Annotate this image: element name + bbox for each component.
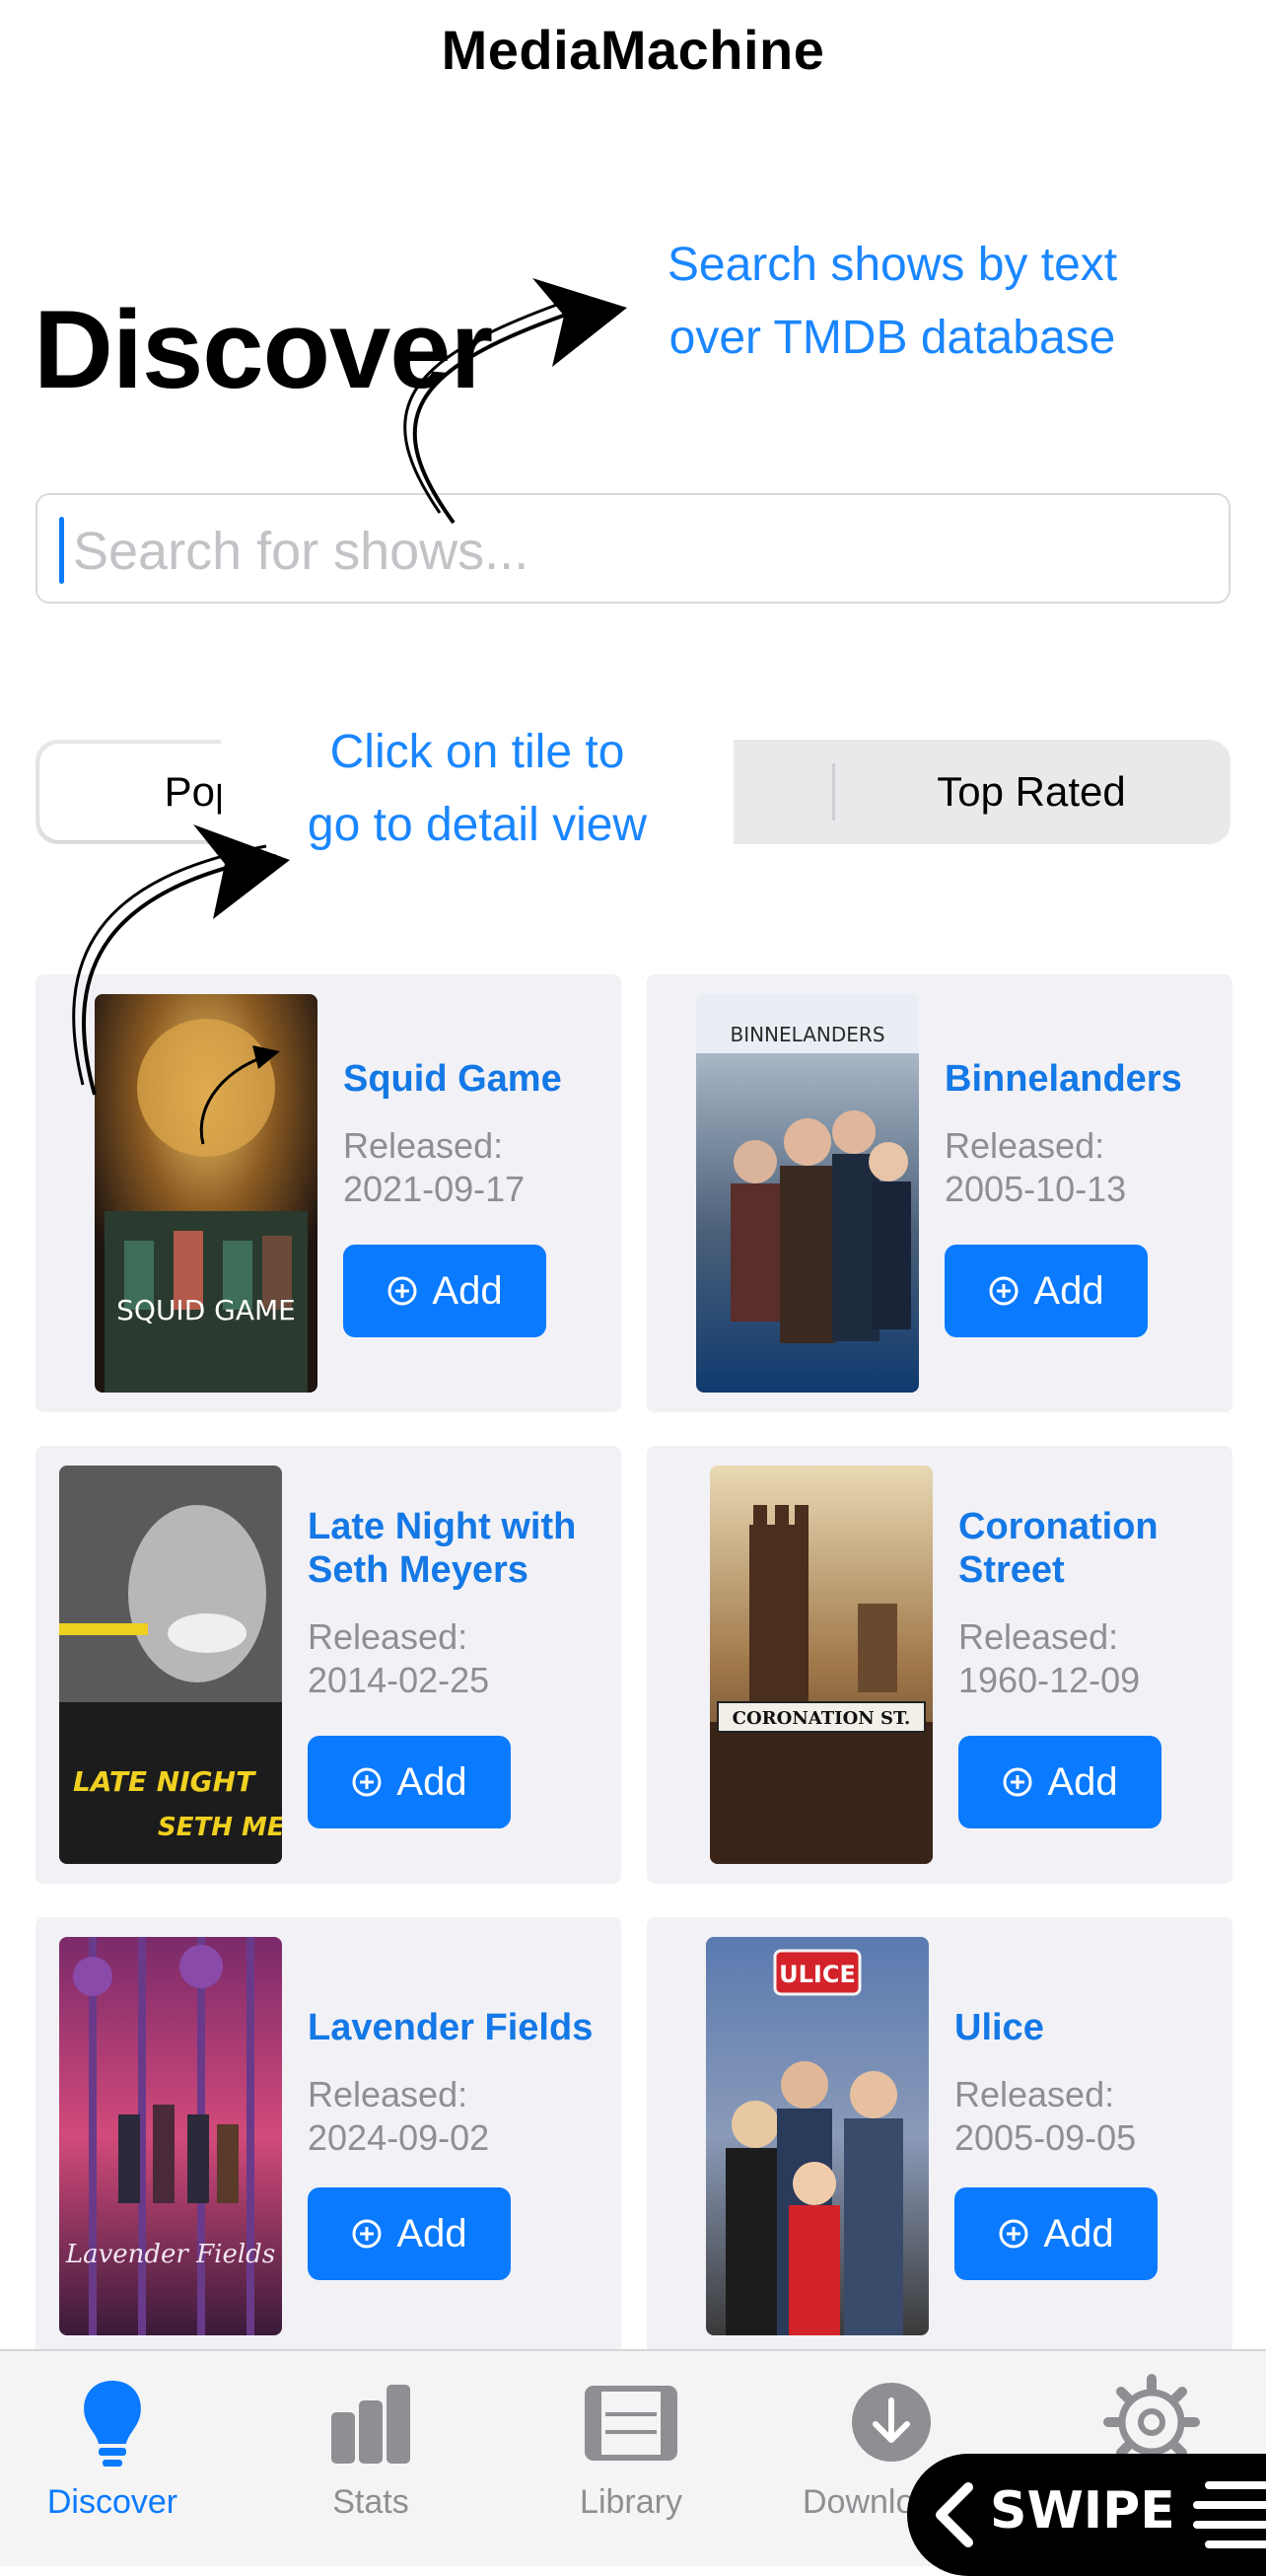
app-title: MediaMachine [441,19,825,81]
page-title: Discover [34,288,493,411]
menu-lines-icon [1193,2481,1266,2548]
add-button-label: Add [1047,1759,1118,1804]
released-label: Released: [958,1616,1119,1657]
release-date: 1960-12-09 [958,1660,1141,1700]
tab-stats[interactable]: Stats [245,2351,497,2548]
show-tile-lavender-fields[interactable]: Lavender Fields Lavender Fields Released… [35,1917,621,2355]
swipe-label: SWIPE [990,2481,1175,2540]
tile-hint-line2: go to detail view [307,799,648,851]
poster-image: Lavender Fields [59,1937,282,2335]
show-title-line2: Street [958,1549,1065,1591]
tab-stats-label: Stats [332,2483,409,2521]
poster-image: ULICE [706,1937,929,2335]
tile-hint-line1: Click on tile to [329,726,625,778]
show-title-line1: Coronation [958,1506,1159,1547]
poster-text: SQUID GAME [116,1294,296,1326]
poster-image: CORONATION ST. [710,1466,933,1864]
show-tile-ulice[interactable]: ULICE Ulice Released: 2005-09-05 Add [647,1917,1232,2355]
add-button-label: Add [396,1759,467,1804]
released-label: Released: [343,1125,504,1166]
add-button[interactable]: Add [954,2187,1158,2280]
released-label: Released: [308,2074,468,2114]
released-label: Released: [308,1616,468,1657]
search-input[interactable] [71,509,1209,594]
release-date: 2005-10-13 [945,1169,1127,1209]
text-caret [59,517,64,584]
show-title: Binnelanders [945,1058,1182,1100]
show-title: Squid Game [343,1058,562,1100]
add-button[interactable]: Add [945,1245,1148,1337]
add-button[interactable]: Add [958,1736,1161,1828]
show-title-line2: Seth Meyers [308,1549,528,1591]
search-field[interactable] [35,493,1231,604]
show-title-line1: Late Night with [308,1506,577,1547]
show-title: Lavender Fields [308,2007,594,2048]
plus-circle-icon [352,2219,382,2249]
poster-image: LATE NIGHT SETH MEYERS [59,1466,282,1864]
poster-text: ULICE [779,1961,856,1988]
search-hint-annotation: Search shows by text over TMDB database [621,229,1163,375]
release-date: 2024-09-02 [308,2117,490,2158]
poster-text: LATE NIGHT [73,1765,256,1798]
chevron-left-icon [936,2482,973,2547]
plus-circle-icon [989,1276,1019,1306]
poster-text: CORONATION ST. [733,1708,911,1729]
poster-text: Lavender Fields [65,2240,275,2269]
release-date: 2021-09-17 [343,1169,526,1209]
show-tile-squid-game[interactable]: SQUID GAME Squid Game Released: 2021-09-… [35,974,621,1412]
add-button-label: Add [432,1268,503,1313]
add-button[interactable]: Add [343,1245,546,1337]
show-tile-late-night[interactable]: LATE NIGHT SETH MEYERS Late Night with S… [35,1446,621,1884]
download-icon [852,2383,931,2462]
segment-top-rated[interactable]: Top Rated [832,740,1231,844]
add-button-label: Add [1033,1268,1104,1313]
plus-circle-icon [387,1276,417,1306]
tab-discover[interactable]: Discover [0,2351,239,2548]
released-label: Released: [954,2074,1115,2114]
plus-circle-icon [352,1767,382,1797]
show-title: Ulice [954,2007,1044,2048]
poster-text: SETH MEYERS [158,1813,282,1842]
poster-text: BINNELANDERS [730,1023,884,1046]
release-date: 2005-09-05 [954,2117,1137,2158]
poster-image: BINNELANDERS [696,994,919,1393]
poster-image: SQUID GAME [95,994,317,1393]
plus-circle-icon [1003,1767,1032,1797]
tile-hint-annotation: Click on tile to go to detail view [221,716,734,862]
search-hint-line2: over TMDB database [668,312,1116,364]
tab-library[interactable]: Library [505,2351,757,2548]
show-tile-coronation-street[interactable]: CORONATION ST. Coronation Street Release… [647,1446,1232,1884]
tab-discover-label: Discover [46,2483,178,2521]
segment-top-rated-label: Top Rated [937,768,1126,815]
plus-circle-icon [999,2219,1028,2249]
film-icon [585,2386,677,2461]
show-tile-binnelanders[interactable]: BINNELANDERS Binnelanders Released: 2005… [647,974,1232,1412]
add-button-label: Add [396,2211,467,2255]
lightbulb-icon [84,2381,141,2467]
add-button[interactable]: Add [308,1736,511,1828]
release-date: 2014-02-25 [308,1660,490,1700]
tab-library-label: Library [580,2483,682,2521]
released-label: Released: [945,1125,1105,1166]
search-hint-line1: Search shows by text [667,239,1118,291]
bar-chart-icon [331,2385,410,2464]
add-button[interactable]: Add [308,2187,511,2280]
add-button-label: Add [1043,2211,1114,2255]
